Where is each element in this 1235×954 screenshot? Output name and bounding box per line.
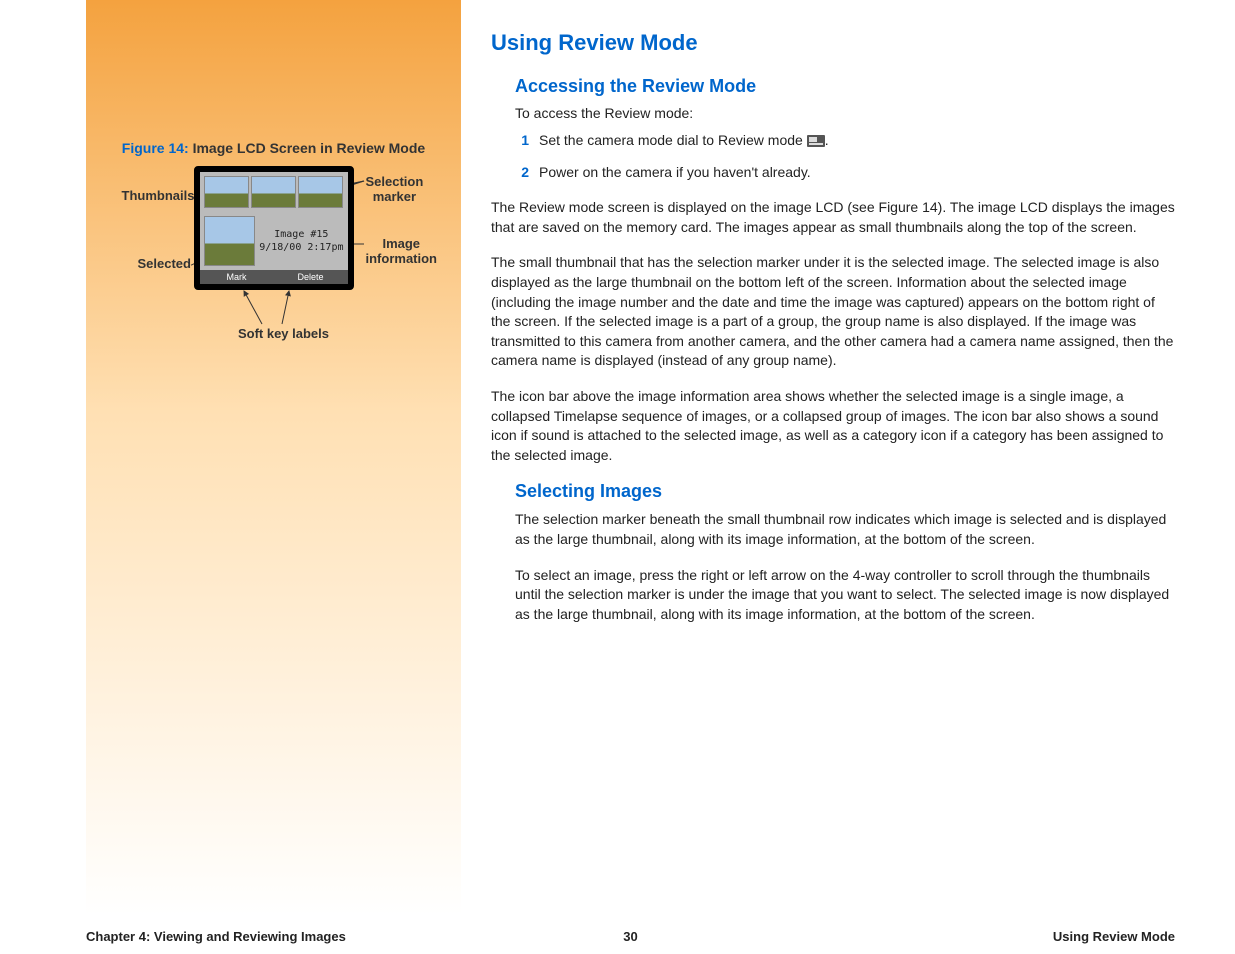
step-text: Set the camera mode dial to Review mode … bbox=[539, 131, 1175, 151]
section1-para3: The icon bar above the image information… bbox=[491, 387, 1175, 465]
page-footer: Chapter 4: Viewing and Reviewing Images … bbox=[86, 921, 1175, 944]
step-number: 2 bbox=[515, 163, 529, 183]
section-heading-accessing: Accessing the Review Mode bbox=[515, 76, 1175, 97]
image-info-line2: 9/18/00 2:17pm bbox=[259, 242, 343, 253]
figure-14: Figure 14: Image LCD Screen in Review Mo… bbox=[96, 140, 451, 290]
section2-para2: To select an image, press the right or l… bbox=[515, 566, 1175, 625]
review-mode-icon bbox=[807, 135, 825, 147]
image-info-line1: Image #15 bbox=[259, 229, 343, 240]
footer-left: Chapter 4: Viewing and Reviewing Images bbox=[86, 929, 346, 944]
annotation-image-information: Image information bbox=[366, 236, 438, 266]
thumbnail bbox=[204, 176, 249, 208]
section1-para1: The Review mode screen is displayed on t… bbox=[491, 198, 1175, 237]
footer-right: Using Review Mode bbox=[1053, 929, 1175, 944]
softkey-bar: Mark Delete bbox=[200, 270, 348, 284]
lcd-illustration: Thumbnails Selected image Selection mark… bbox=[194, 166, 354, 290]
thumbnail-row bbox=[200, 172, 348, 212]
large-thumb-row: Image #15 9/18/00 2:17pm bbox=[200, 212, 348, 270]
image-info: Image #15 9/18/00 2:17pm bbox=[257, 216, 343, 266]
softkey-right: Delete bbox=[274, 270, 348, 284]
softkey-left: Mark bbox=[200, 270, 274, 284]
large-thumbnail bbox=[204, 216, 256, 266]
step-item: 1 Set the camera mode dial to Review mod… bbox=[515, 131, 1175, 151]
sidebar-column: Figure 14: Image LCD Screen in Review Mo… bbox=[86, 0, 461, 915]
steps-list: 1 Set the camera mode dial to Review mod… bbox=[515, 131, 1175, 182]
figure-title: Image LCD Screen in Review Mode bbox=[193, 140, 426, 156]
page-title: Using Review Mode bbox=[491, 30, 1175, 56]
thumbnail bbox=[298, 176, 343, 208]
step-number: 1 bbox=[515, 131, 529, 151]
thumbnail bbox=[251, 176, 296, 208]
figure-number: Figure 14: bbox=[122, 140, 189, 156]
annotation-thumbnails: Thumbnails bbox=[122, 188, 195, 203]
main-content: Using Review Mode Accessing the Review M… bbox=[461, 0, 1235, 954]
annotation-soft-key-labels: Soft key labels bbox=[224, 326, 344, 341]
step-item: 2 Power on the camera if you haven't alr… bbox=[515, 163, 1175, 183]
section1-lead: To access the Review mode: bbox=[515, 105, 1175, 121]
step-text: Power on the camera if you haven't alrea… bbox=[539, 163, 1175, 183]
lcd-screen: Image #15 9/18/00 2:17pm Mark Delete bbox=[194, 166, 354, 290]
section2-para1: The selection marker beneath the small t… bbox=[515, 510, 1175, 549]
annotation-selection-marker: Selection marker bbox=[366, 174, 424, 204]
figure-caption: Figure 14: Image LCD Screen in Review Mo… bbox=[96, 140, 451, 156]
footer-page-number: 30 bbox=[623, 929, 637, 944]
section1-para2: The small thumbnail that has the selecti… bbox=[491, 253, 1175, 371]
section-heading-selecting: Selecting Images bbox=[515, 481, 1175, 502]
